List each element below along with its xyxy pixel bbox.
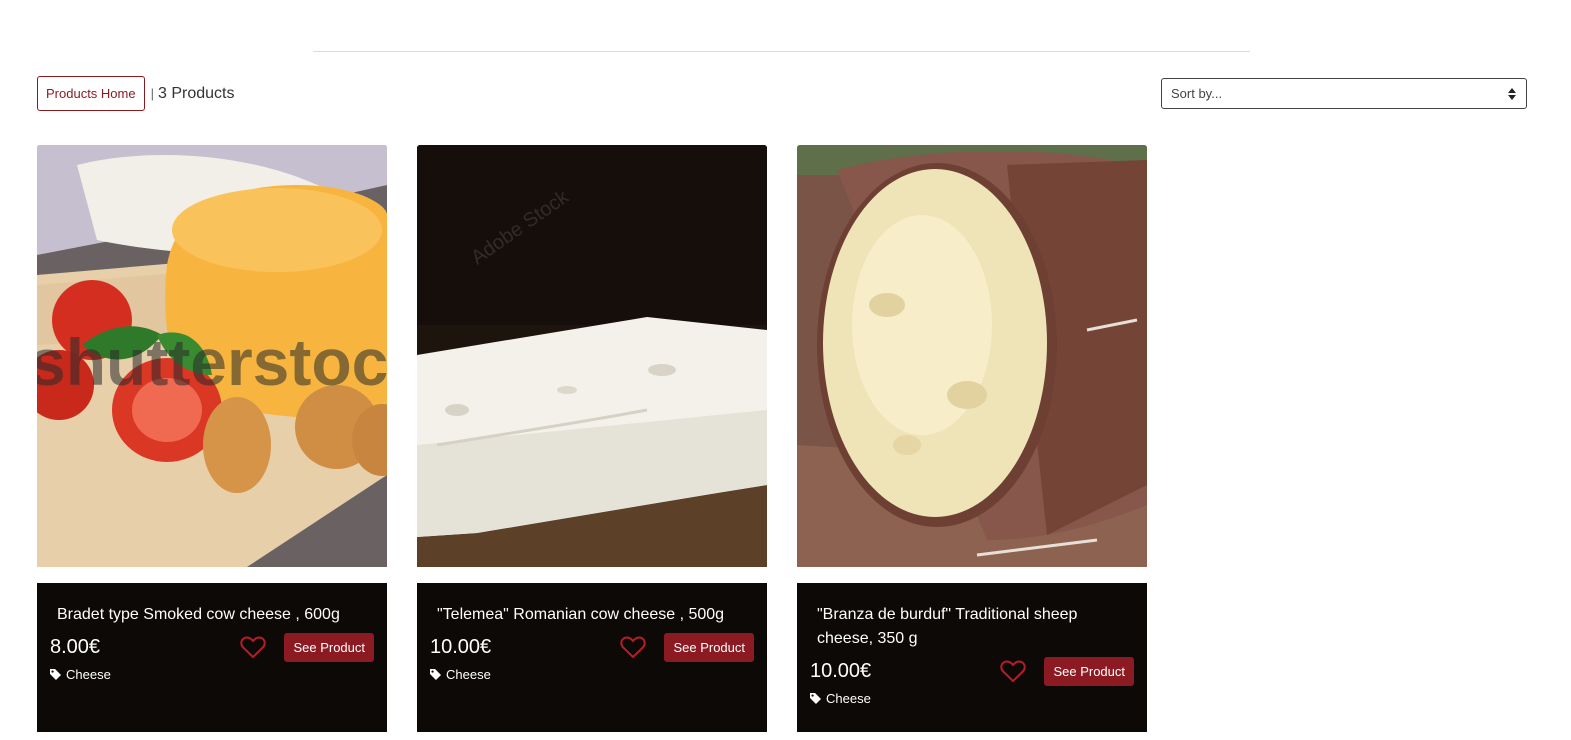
top-divider — [313, 51, 1250, 52]
product-title: "Branza de burduf" Traditional sheep che… — [817, 606, 1078, 647]
product-price-row: 10.00€ See Product — [430, 632, 754, 662]
smoked-cheese-photo: shutterstock — [37, 145, 387, 567]
product-info-panel: Bradet type Smoked cow cheese , 600g 8.0… — [37, 583, 387, 732]
product-title: "Telemea" Romanian cow cheese , 500g — [437, 606, 725, 623]
heart-outline-icon — [620, 635, 647, 658]
see-product-button[interactable]: See Product — [284, 632, 374, 662]
category-label: Cheese — [826, 691, 871, 706]
burduf-cheese-photo — [797, 145, 1147, 567]
product-price: 10.00€ — [810, 659, 872, 682]
product-card: Adobe Stock "Telemea" Romanian cow chees… — [417, 145, 767, 732]
sort-arrows-icon — [1508, 87, 1516, 100]
telemea-cheese-photo: Adobe Stock — [417, 145, 767, 567]
tag-icon — [430, 669, 441, 680]
product-image[interactable]: Adobe Stock — [417, 145, 767, 567]
favorite-button[interactable] — [618, 634, 648, 660]
product-card: shutterstock Bradet type Smoked cow chee… — [37, 145, 387, 732]
category-tag[interactable]: Cheese — [810, 691, 871, 706]
heart-outline-icon — [1000, 659, 1027, 682]
favorite-button[interactable] — [998, 658, 1028, 684]
product-price-row: 8.00€ See Product — [50, 632, 374, 662]
product-price: 10.00€ — [430, 635, 492, 658]
product-title: Bradet type Smoked cow cheese , 600g — [57, 606, 340, 623]
product-price-row: 10.00€ See Product — [810, 656, 1134, 686]
sort-select-value: Sort by... — [1171, 86, 1223, 101]
category-label: Cheese — [446, 667, 491, 682]
product-info-panel: "Branza de burduf" Traditional sheep che… — [797, 583, 1147, 732]
image-watermark: shutterstock — [37, 325, 387, 399]
see-product-button[interactable]: See Product — [664, 632, 754, 662]
product-image[interactable]: shutterstock — [37, 145, 387, 567]
product-image[interactable] — [797, 145, 1147, 567]
breadcrumb-separator: | — [150, 86, 154, 101]
see-product-button[interactable]: See Product — [1044, 656, 1134, 686]
products-toolbar: Products Home | 3 Products — [37, 76, 234, 111]
tag-icon — [810, 693, 821, 704]
category-tag[interactable]: Cheese — [430, 667, 491, 682]
favorite-button[interactable] — [238, 634, 268, 660]
category-tag[interactable]: Cheese — [50, 667, 111, 682]
product-count: 3 Products — [157, 84, 235, 102]
heart-outline-icon — [240, 635, 267, 658]
product-info-panel: "Telemea" Romanian cow cheese , 500g 10.… — [417, 583, 767, 732]
sort-select[interactable]: Sort by... — [1161, 78, 1527, 109]
product-card: "Branza de burduf" Traditional sheep che… — [797, 145, 1147, 732]
product-price: 8.00€ — [50, 635, 101, 658]
category-label: Cheese — [66, 667, 111, 682]
tag-icon — [50, 669, 61, 680]
products-home-button[interactable]: Products Home — [37, 76, 145, 111]
